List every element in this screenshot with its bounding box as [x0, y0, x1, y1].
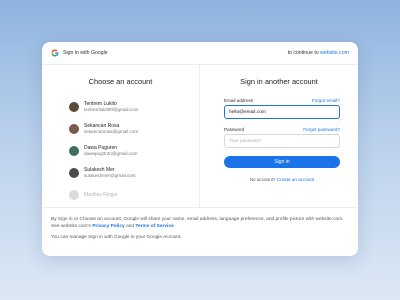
- continue-site-link[interactable]: website.com: [320, 50, 349, 56]
- account-email: dawapug3r3n@gmail.com: [84, 151, 138, 156]
- avatar: [69, 102, 79, 112]
- signin-form: Email address Forgot email? hello@email.…: [200, 98, 358, 182]
- email-label: Email address: [224, 98, 254, 103]
- account-chooser: Choose an account Tentrem Lukito tentrem…: [42, 65, 200, 207]
- avatar: [69, 146, 79, 156]
- password-placeholder: Your password: [229, 138, 261, 144]
- account-name: Madhav Ringui: [84, 192, 118, 198]
- choose-account-title: Choose an account: [88, 77, 153, 86]
- account-list: Tentrem Lukito tentremlukit00@gmail.com …: [42, 98, 199, 204]
- terms-link[interactable]: Terms of Service: [135, 224, 173, 229]
- account-item[interactable]: Sulakesh Mer sulakeshmer@gmail.com: [42, 164, 199, 182]
- privacy-policy-link[interactable]: Privacy Policy: [92, 224, 125, 229]
- manage-text: You can manage Sign in with Google in yo…: [51, 235, 182, 240]
- continue-text: to continue to website.com: [287, 50, 349, 56]
- account-email: tentremlukit00@gmail.com: [84, 107, 139, 112]
- account-email: sekancanrosa@gmail.com: [84, 129, 139, 134]
- account-item[interactable]: Tentrem Lukito tentremlukit00@gmail.com: [42, 98, 199, 116]
- no-account-text: No account? Create an account: [249, 177, 315, 182]
- avatar: [69, 168, 79, 178]
- password-field[interactable]: Your password: [224, 134, 340, 148]
- avatar: [69, 124, 79, 134]
- brand-label: Sign in with Google: [63, 50, 108, 56]
- create-account-link[interactable]: Create an account: [277, 177, 315, 182]
- signin-another-title: Sign in another account: [240, 77, 318, 86]
- avatar: [69, 190, 79, 200]
- consent-text: By Sign in or Choose an account, Google …: [51, 217, 344, 229]
- account-item[interactable]: Sekancan Rosa sekancanrosa@gmail.com: [42, 120, 199, 138]
- email-value: hello@email.com: [229, 109, 266, 115]
- signin-card: Sign in with Google to continue to websi…: [42, 42, 358, 256]
- google-logo-icon: [51, 49, 59, 57]
- account-email: sulakeshmer@gmail.com: [84, 173, 136, 178]
- signin-button[interactable]: Sign in: [224, 156, 340, 168]
- signin-form-panel: Sign in another account Email address Fo…: [200, 65, 358, 207]
- email-field[interactable]: hello@email.com: [224, 105, 340, 119]
- password-label: Password: [224, 127, 245, 132]
- forgot-email-link[interactable]: Forgot email?: [312, 98, 340, 103]
- consent-footer: By Sign in or Choose an account, Google …: [42, 207, 358, 241]
- card-header: Sign in with Google to continue to websi…: [42, 42, 358, 65]
- account-item[interactable]: Dawa Puguren dawapug3r3n@gmail.com: [42, 142, 199, 160]
- account-item[interactable]: Madhav Ringui: [42, 186, 199, 204]
- forgot-password-link[interactable]: Forgot password?: [303, 127, 340, 132]
